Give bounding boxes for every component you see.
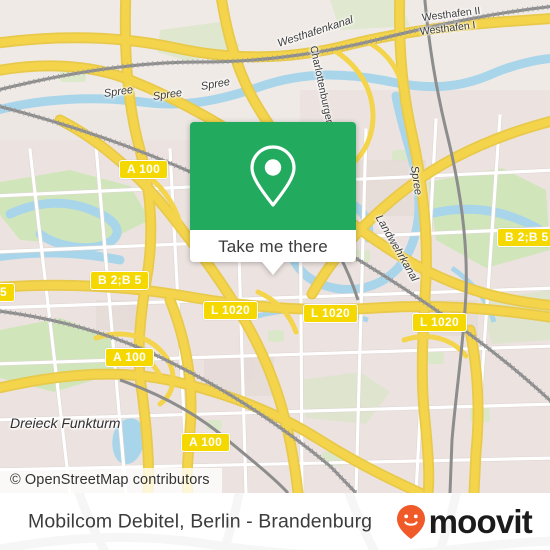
callout-pin-area bbox=[190, 122, 356, 230]
moovit-smiley-pin-icon bbox=[396, 504, 426, 540]
map-pin-icon bbox=[245, 143, 301, 209]
road-shield: A 100 bbox=[181, 433, 231, 452]
location-title: Mobilcom Debitel, Berlin - Brandenburg bbox=[28, 510, 373, 532]
callout-action-bar[interactable]: Take me there bbox=[190, 230, 356, 275]
moovit-location-card: .w { fill:none; stroke:#a9d5ea; } .rd { … bbox=[0, 0, 550, 550]
road-shield: B 2;B 5 bbox=[497, 228, 550, 247]
callout-tail-icon bbox=[262, 262, 284, 275]
take-me-there-label: Take me there bbox=[218, 236, 328, 256]
road-shield: B 2;B 5 bbox=[90, 271, 150, 290]
map-attribution-text: © OpenStreetMap contributors bbox=[10, 472, 210, 488]
footer-bar: Mobilcom Debitel, Berlin - Brandenburg m… bbox=[0, 493, 550, 550]
road-shield: A 100 bbox=[119, 160, 169, 179]
road-shield: 5 bbox=[0, 283, 15, 302]
road-shield: L 1020 bbox=[203, 301, 258, 320]
map-canvas[interactable]: .w { fill:none; stroke:#a9d5ea; } .rd { … bbox=[0, 0, 550, 493]
road-shield: L 1020 bbox=[303, 304, 358, 323]
moovit-brand-logo[interactable]: moovit bbox=[396, 503, 533, 540]
map-attribution[interactable]: © OpenStreetMap contributors bbox=[0, 468, 222, 493]
take-me-there-callout[interactable]: Take me there bbox=[190, 122, 356, 275]
road-shield: A 100 bbox=[105, 348, 155, 367]
moovit-wordmark: moovit bbox=[428, 503, 533, 540]
road-shield: L 1020 bbox=[412, 313, 467, 332]
